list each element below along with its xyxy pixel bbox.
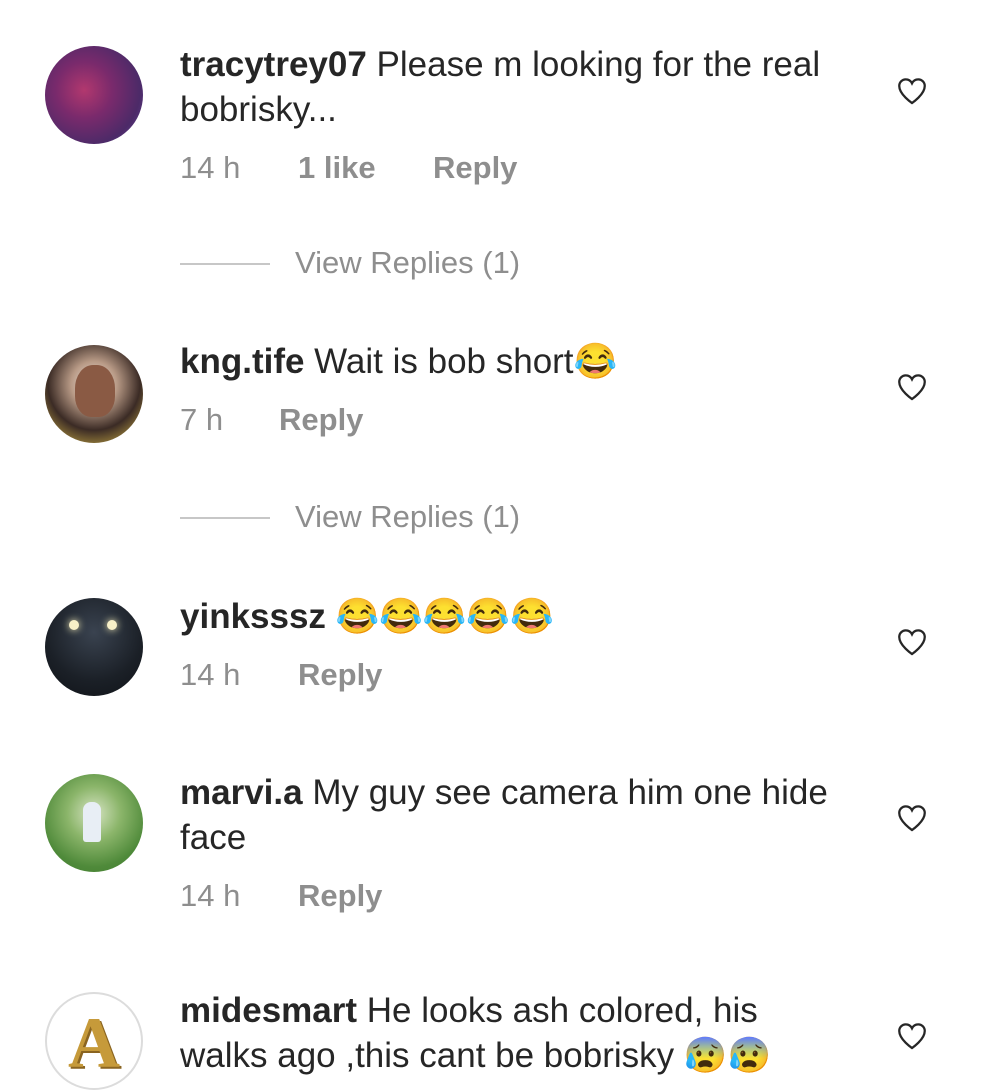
view-replies-divider	[180, 263, 270, 265]
heart-icon[interactable]	[895, 1019, 929, 1053]
comment-time: 14 h	[180, 657, 241, 692]
heart-icon[interactable]	[895, 74, 929, 108]
view-replies-button[interactable]: View Replies (1)	[180, 243, 680, 283]
heart-icon[interactable]	[895, 625, 929, 659]
reply-button[interactable]: Reply	[279, 400, 363, 440]
comment-text: Wait is bob short😂	[304, 342, 618, 381]
comment-username[interactable]: yinksssz	[180, 597, 326, 636]
view-replies-divider	[180, 517, 270, 519]
comment-body: midesmart He looks ash colored, his walk…	[180, 988, 830, 1078]
comment-username[interactable]: marvi.a	[180, 773, 303, 812]
comment-time: 14 h	[180, 150, 241, 185]
comment-time: 14 h	[180, 878, 241, 913]
avatar[interactable]	[45, 46, 143, 144]
avatar-light-shape	[107, 620, 117, 630]
reply-button[interactable]: Reply	[433, 148, 517, 188]
comment-username[interactable]: tracytrey07	[180, 45, 367, 84]
heart-icon[interactable]	[895, 801, 929, 835]
comment-body: marvi.a My guy see camera him one hide f…	[180, 770, 830, 860]
avatar[interactable]: A	[45, 992, 143, 1090]
comment-body: yinksssz 😂😂😂😂😂	[180, 594, 830, 639]
avatar[interactable]	[45, 345, 143, 443]
comment-text: 😂😂😂😂😂	[325, 597, 554, 636]
reply-button[interactable]: Reply	[298, 655, 382, 695]
comment-username[interactable]: midesmart	[180, 991, 357, 1030]
comment-body: kng.tife Wait is bob short😂	[180, 339, 830, 384]
avatar-light-shape	[69, 620, 79, 630]
comment-body: tracytrey07 Please m looking for the rea…	[180, 42, 830, 132]
heart-icon[interactable]	[895, 370, 929, 404]
view-replies-label: View Replies (1)	[295, 499, 521, 534]
comment-likes-count[interactable]: 1 like	[298, 148, 376, 188]
avatar[interactable]	[45, 598, 143, 696]
view-replies-label: View Replies (1)	[295, 245, 521, 280]
comment-time: 7 h	[180, 402, 224, 437]
avatar-face-shape	[75, 365, 115, 417]
view-replies-button[interactable]: View Replies (1)	[180, 497, 680, 537]
avatar-letter-logo: A	[68, 1003, 120, 1083]
avatar-figure-shape	[83, 802, 101, 842]
comment-username[interactable]: kng.tife	[180, 342, 304, 381]
reply-button[interactable]: Reply	[298, 876, 382, 916]
avatar[interactable]	[45, 774, 143, 872]
